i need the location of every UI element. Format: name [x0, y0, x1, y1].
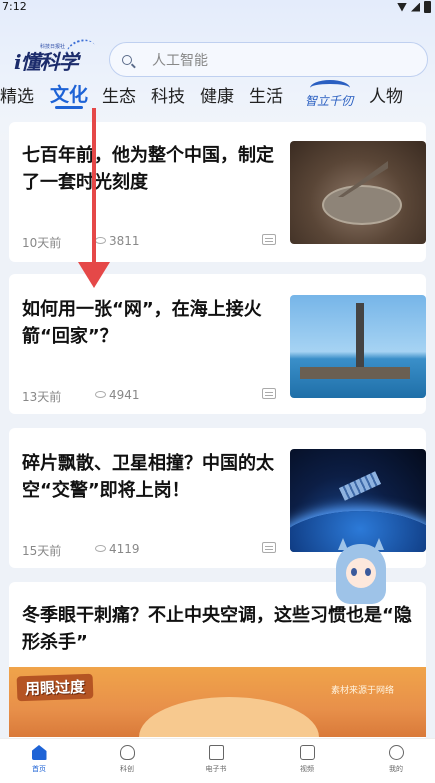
- article-views: 3811: [109, 234, 140, 248]
- nav-innovation-label: 科创: [120, 765, 134, 773]
- article-cover-image[interactable]: 用眼过度 素材来源于网络: [9, 667, 426, 737]
- tab-ecology[interactable]: 生态: [102, 82, 136, 107]
- barge-image: [300, 367, 410, 379]
- status-time: 7:12: [2, 0, 27, 13]
- nav-video[interactable]: 视频: [277, 745, 337, 774]
- tab-zhili-qianren[interactable]: 智立千仞: [300, 80, 360, 110]
- nav-video-label: 视频: [300, 765, 314, 773]
- article-title: 冬季眼干刺痛？不止中央空调，这些习惯也是“隐形杀手”: [22, 605, 412, 653]
- search-input[interactable]: 人工智能: [152, 50, 208, 70]
- article-card[interactable]: 七百年前，他为整个中国，制定了一套时光刻度 10天前 3811: [9, 122, 426, 262]
- annotation-arrow-shaft: [92, 108, 96, 278]
- bottom-navigation: 首页 科创 电子书 视频 我的: [0, 738, 435, 783]
- tab-people[interactable]: 人物: [369, 82, 403, 107]
- article-thumbnail: [290, 295, 426, 398]
- book-icon: [208, 745, 224, 760]
- article-time: 13天前: [22, 390, 62, 404]
- article-title: 碎片飘散、卫星相撞？中国的太空“交警”即将上岗！: [22, 453, 274, 501]
- eye-icon: [95, 237, 106, 244]
- tab-featured[interactable]: 精选: [0, 82, 34, 107]
- app-logo[interactable]: 科技日报社 i懂科学: [12, 35, 99, 74]
- tab-technology[interactable]: 科技: [151, 82, 185, 107]
- rocket-image: [356, 303, 364, 375]
- active-tab-indicator: [55, 106, 83, 109]
- search-icon: [122, 54, 132, 65]
- cover-caption: 素材来源于网络: [330, 686, 394, 696]
- article-thumbnail: [290, 141, 426, 244]
- mascot-eye: [351, 568, 357, 576]
- article-title: 七百年前，他为整个中国，制定了一套时光刻度: [22, 145, 274, 193]
- category-tabs: 精选 文化 生态 科技 健康 生活 人物: [0, 80, 435, 110]
- nav-ebook-label: 电子书: [205, 765, 227, 773]
- satellite-image: [338, 471, 382, 501]
- home-icon: [31, 745, 47, 760]
- smiley-icon: [388, 745, 404, 760]
- battery-icon: [424, 1, 431, 13]
- nav-me-label: 我的: [389, 765, 403, 773]
- floating-mascot[interactable]: [332, 538, 390, 610]
- special-tab-label: 智立千仞: [305, 94, 354, 108]
- cartoon-face-image: [139, 697, 319, 737]
- sundial-image: [322, 185, 402, 225]
- video-icon: [299, 745, 315, 760]
- status-bar: 7:12: [0, 0, 435, 16]
- eye-icon: [95, 545, 106, 552]
- nav-ebook[interactable]: 电子书: [186, 745, 246, 774]
- nav-home[interactable]: 首页: [9, 745, 69, 774]
- cover-stamp-text: 用眼过度: [16, 673, 94, 702]
- article-card[interactable]: 如何用一张“网”，在海上接火箭“回家”？ 13天前 4941: [9, 274, 426, 414]
- article-time: 10天前: [22, 236, 62, 250]
- nav-home-label: 首页: [32, 765, 46, 773]
- document-icon: [262, 388, 276, 399]
- eye-icon: [95, 391, 106, 398]
- signal-icon: [411, 2, 420, 12]
- document-icon: [262, 542, 276, 553]
- article-title: 如何用一张“网”，在海上接火箭“回家”？: [22, 299, 262, 347]
- tab-health[interactable]: 健康: [200, 82, 234, 107]
- nav-innovation[interactable]: 科创: [97, 745, 157, 774]
- mascot-eye: [365, 568, 371, 576]
- search-bar[interactable]: 人工智能: [109, 42, 428, 77]
- document-icon: [262, 234, 276, 245]
- article-thumbnail: [290, 449, 426, 552]
- nav-me[interactable]: 我的: [366, 745, 426, 774]
- lightbulb-icon: [119, 745, 135, 760]
- article-views: 4119: [109, 542, 140, 556]
- tab-culture[interactable]: 文化: [50, 80, 88, 107]
- article-time: 15天前: [22, 544, 62, 558]
- wifi-icon: [397, 2, 407, 12]
- status-icons: [397, 1, 431, 13]
- tab-life[interactable]: 生活: [249, 82, 283, 107]
- article-views: 4941: [109, 388, 140, 402]
